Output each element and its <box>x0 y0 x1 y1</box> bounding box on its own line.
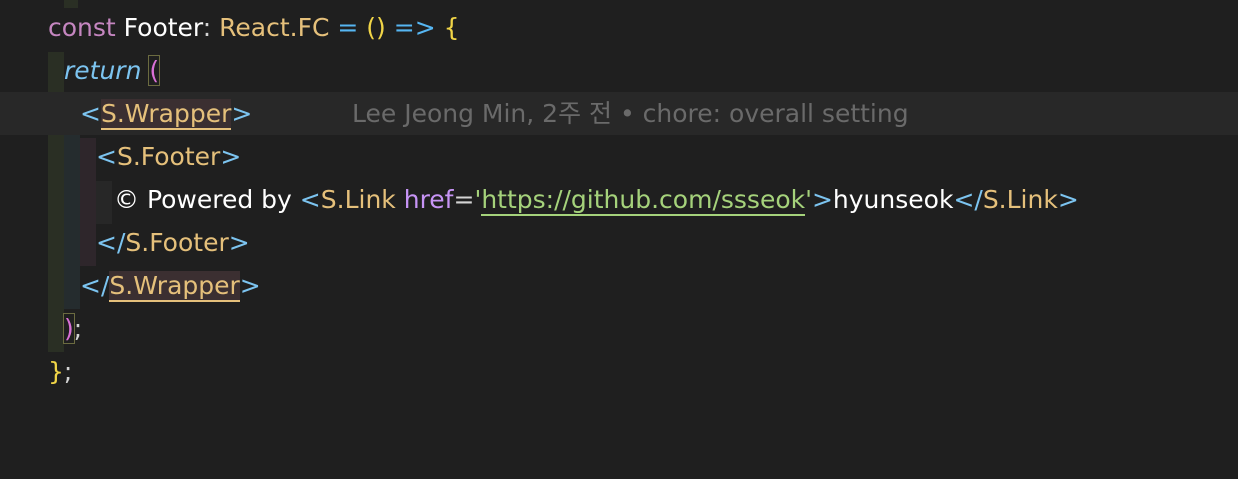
code-text: <S.Footer> <box>96 135 241 178</box>
string-quote: ' <box>805 185 812 214</box>
tag-close-bracket: > <box>811 185 833 214</box>
colon: : <box>202 13 212 42</box>
semicolon: ; <box>63 357 73 386</box>
tag-open-bracket: < <box>96 142 117 171</box>
identifier-footer: Footer <box>123 13 203 42</box>
code-line[interactable]: const Footer: React.FC = () => { <box>0 6 1238 49</box>
keyword-return: return <box>64 56 142 85</box>
code-line[interactable]: </S.Wrapper> <box>0 264 1238 307</box>
link-text: hyunseok <box>832 185 954 214</box>
tag-close-bracket: > <box>231 99 253 128</box>
code-text: <S.Wrapper> <box>80 92 252 135</box>
arrow: => <box>385 13 444 42</box>
open-paren: ( <box>148 55 161 86</box>
git-blame-annotation: Lee Jeong Min, 2주 전 • chore: overall set… <box>352 99 909 128</box>
code-text: © Powered by <S.Link href='https://githu… <box>114 178 1079 221</box>
semicolon: ; <box>73 314 83 343</box>
code-line[interactable]: ); <box>0 307 1238 350</box>
tag-close-bracket: > <box>1057 185 1079 214</box>
code-editor[interactable]: const Footer: React.FC = () => { return … <box>0 0 1238 422</box>
code-line[interactable]: © Powered by <S.Link href='https://githu… <box>0 178 1238 221</box>
component-s-wrapper: S.Wrapper <box>109 271 240 302</box>
code-line[interactable]: }; <box>0 350 1238 393</box>
attr-eq: = <box>453 185 475 214</box>
code-text: }; <box>48 350 72 393</box>
component-s-footer: S.Footer <box>125 228 229 257</box>
tag-open-bracket: < <box>80 99 101 128</box>
close-paren: ) <box>63 313 75 344</box>
tag-close-bracket: > <box>239 271 261 300</box>
jsx-text: © Powered by <box>114 185 300 214</box>
component-s-wrapper: S.Wrapper <box>100 99 232 130</box>
type-react-fc: React.FC <box>219 13 330 42</box>
code-text: </S.Footer> <box>96 221 250 264</box>
close-brace: } <box>48 357 64 386</box>
code-text: </S.Wrapper> <box>80 264 261 307</box>
tag-end-open-bracket: </ <box>80 271 110 300</box>
code-line[interactable]: return ( <box>0 49 1238 92</box>
component-s-link: S.Link <box>982 185 1058 214</box>
tag-close-bracket: > <box>220 142 242 171</box>
parens: () <box>366 13 386 42</box>
tag-end-open-bracket: </ <box>96 228 126 257</box>
open-brace: { <box>443 13 460 42</box>
code-line[interactable]: </S.Footer> <box>0 221 1238 264</box>
operator-eq: = <box>329 13 367 42</box>
string-url-link[interactable]: https://github.com/ssseok <box>481 185 806 216</box>
code-line[interactable]: <S.Footer> <box>0 135 1238 178</box>
code-text: const Footer: React.FC = () => { <box>48 6 460 49</box>
keyword-const: const <box>48 13 116 42</box>
code-text: return ( <box>64 49 161 92</box>
tag-close-bracket: > <box>228 228 250 257</box>
code-text: ); <box>63 307 83 350</box>
attribute-href: href <box>403 185 454 214</box>
component-s-link: S.Link <box>320 185 396 214</box>
component-s-footer: S.Footer <box>116 142 221 171</box>
tag-end-open-bracket: </ <box>953 185 983 214</box>
tag-open-bracket: < <box>299 185 321 214</box>
code-line-current[interactable]: <S.Wrapper> Lee Jeong Min, 2주 전 • chore:… <box>0 92 1238 135</box>
